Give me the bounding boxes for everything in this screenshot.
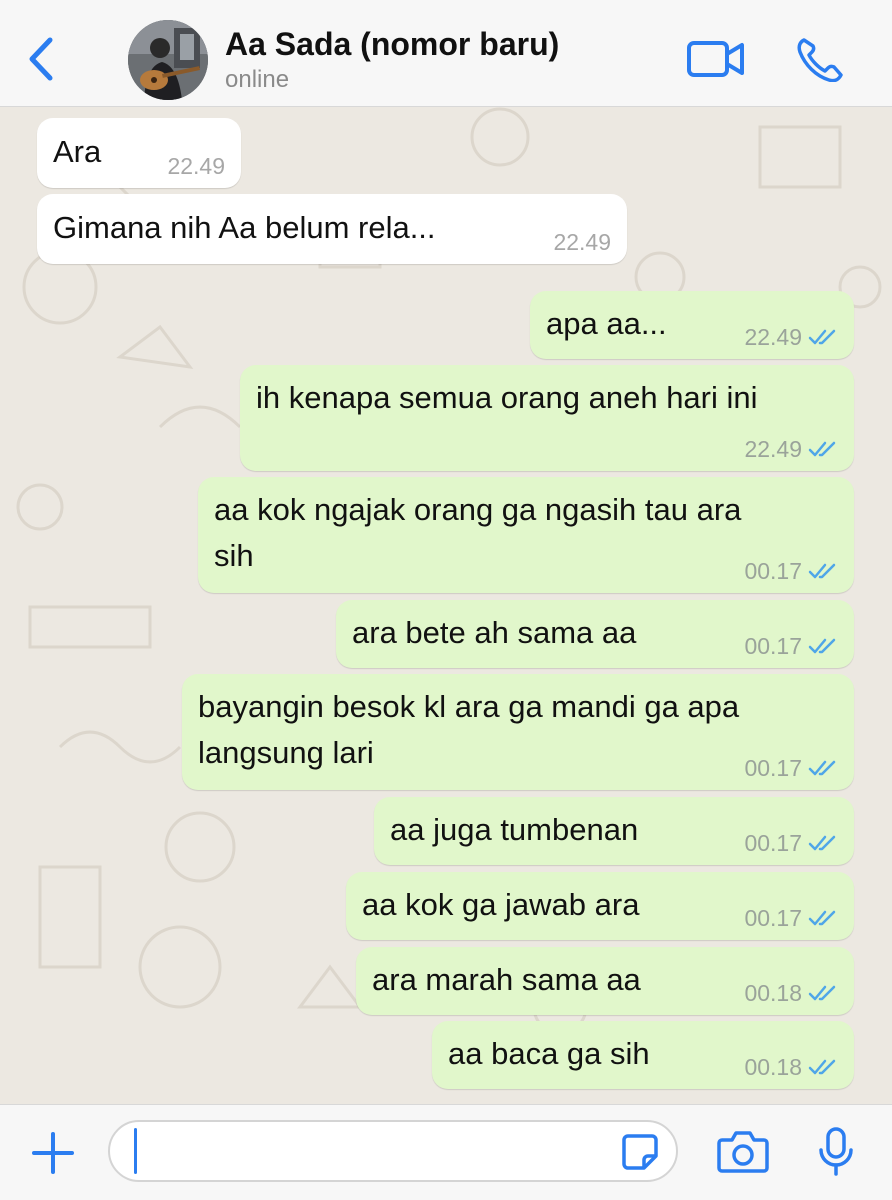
double-check-icon <box>808 760 836 776</box>
double-check-icon <box>808 638 836 654</box>
message-text: Gimana nih Aa belum rela... <box>53 210 436 245</box>
message-text: ara bete ah sama aa <box>352 615 637 650</box>
back-button[interactable] <box>22 34 62 84</box>
message-text-line: bayangin besok kl ara ga mandi ga apa <box>198 689 740 724</box>
message-meta: 00.17 <box>744 632 838 660</box>
message-bubble-incoming[interactable]: Gimana nih Aa belum rela... 22.49 <box>37 194 627 264</box>
double-check-icon <box>808 835 836 851</box>
message-bubble-outgoing[interactable]: bayangin besok kl ara ga mandi ga apa la… <box>182 674 854 790</box>
message-time: 00.18 <box>744 980 802 1006</box>
message-time: 22.49 <box>167 153 225 179</box>
contact-name[interactable]: Aa Sada (nomor baru) <box>225 26 559 63</box>
message-text: aa baca ga sih <box>448 1036 650 1071</box>
message-bubble-outgoing[interactable]: ara bete ah sama aa 00.17 <box>336 600 854 668</box>
message-bubble-outgoing[interactable]: ih kenapa semua orang aneh hari ini 22.4… <box>240 365 854 471</box>
double-check-icon <box>808 441 836 457</box>
message-text: Ara <box>53 134 102 169</box>
sticker-button[interactable] <box>620 1132 660 1172</box>
chevron-left-icon <box>29 37 53 81</box>
message-text-line: aa kok ngajak orang ga ngasih tau ara <box>214 492 742 527</box>
message-time: 00.17 <box>744 830 802 856</box>
message-meta: 00.17 <box>744 904 838 932</box>
message-bubble-outgoing[interactable]: aa kok ga jawab ara 00.17 <box>346 872 854 940</box>
double-check-icon <box>808 985 836 1001</box>
message-meta: 00.17 <box>744 557 838 585</box>
camera-button[interactable] <box>716 1128 770 1174</box>
text-cursor <box>134 1128 137 1174</box>
message-time: 00.17 <box>744 905 802 931</box>
contact-avatar[interactable] <box>128 20 208 100</box>
message-meta: 00.17 <box>744 754 838 782</box>
message-text: ih kenapa semua orang aneh hari ini <box>256 380 758 415</box>
message-list[interactable]: Ara 22.49 Gimana nih Aa belum rela... 22… <box>0 107 892 1104</box>
message-bubble-outgoing[interactable]: aa baca ga sih 00.18 <box>432 1021 854 1089</box>
message-time: 00.17 <box>744 558 802 584</box>
video-call-button[interactable] <box>686 36 746 82</box>
message-text-line: langsung lari <box>198 735 374 770</box>
message-time: 00.17 <box>744 633 802 659</box>
message-meta: 00.17 <box>744 829 838 857</box>
message-time: 00.18 <box>744 1054 802 1080</box>
message-text: aa kok ga jawab ara <box>362 887 640 922</box>
message-text: apa aa... <box>546 306 667 341</box>
chat-header: Aa Sada (nomor baru) online <box>0 0 892 107</box>
message-bubble-incoming[interactable]: Ara 22.49 <box>37 118 241 188</box>
sticker-icon <box>622 1134 658 1170</box>
message-meta: 22.49 <box>744 435 838 463</box>
message-bubble-outgoing[interactable]: aa kok ngajak orang ga ngasih tau ara si… <box>198 477 854 593</box>
voice-call-button[interactable] <box>794 36 846 83</box>
double-check-icon <box>808 910 836 926</box>
message-bubble-outgoing[interactable]: ara marah sama aa 00.18 <box>356 947 854 1015</box>
message-time: 22.49 <box>744 436 802 462</box>
phone-icon <box>797 38 843 83</box>
double-check-icon <box>808 1059 836 1075</box>
contact-status: online <box>225 66 290 93</box>
message-bubble-outgoing[interactable]: apa aa... 22.49 <box>530 291 854 359</box>
video-camera-icon <box>687 41 744 77</box>
message-text: aa juga tumbenan <box>390 812 639 847</box>
plus-icon <box>32 1132 74 1174</box>
message-text-line: sih <box>214 538 254 573</box>
message-time: 00.17 <box>744 755 802 781</box>
attach-button[interactable] <box>30 1130 76 1176</box>
microphone-icon <box>819 1127 853 1176</box>
camera-icon <box>717 1131 769 1173</box>
message-input[interactable] <box>108 1120 678 1182</box>
message-bubble-outgoing[interactable]: aa juga tumbenan 00.17 <box>374 797 854 865</box>
message-meta: 00.18 <box>744 1053 838 1081</box>
message-meta: 22.49 <box>744 323 838 351</box>
voice-note-button[interactable] <box>816 1126 856 1178</box>
double-check-icon <box>808 329 836 345</box>
message-time: 22.49 <box>744 324 802 350</box>
message-meta: 00.18 <box>744 979 838 1007</box>
double-check-icon <box>808 563 836 579</box>
message-time: 22.49 <box>553 229 611 255</box>
message-text: ara marah sama aa <box>372 962 641 997</box>
